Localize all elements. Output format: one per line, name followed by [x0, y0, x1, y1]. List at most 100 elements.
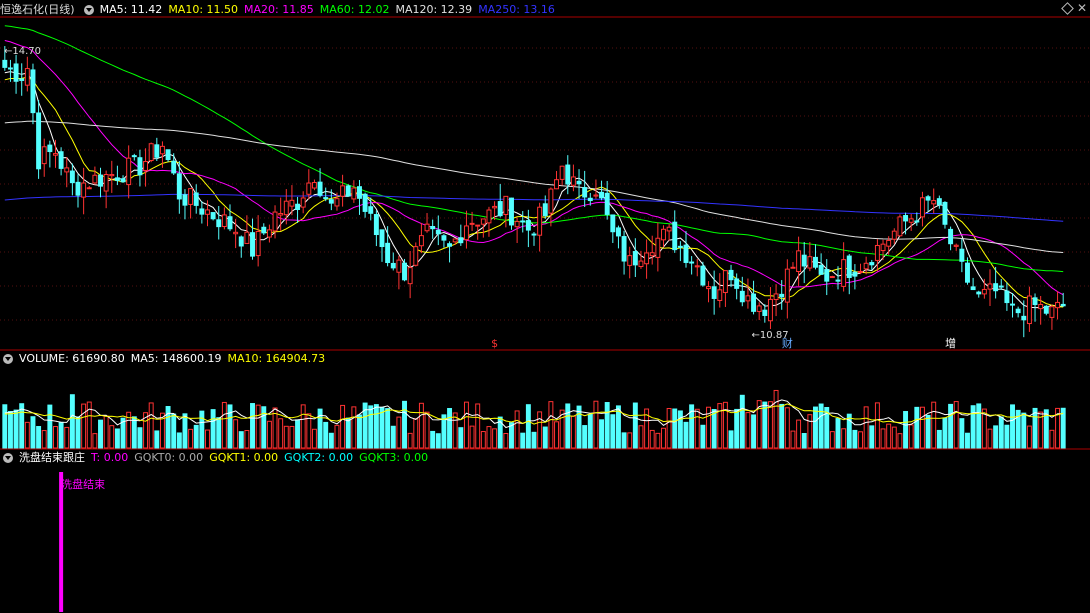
- volume-bar: [418, 402, 424, 449]
- volume-bar: [869, 425, 875, 449]
- volume-bar: [182, 413, 188, 449]
- candle-body: [981, 288, 987, 295]
- candle: [655, 222, 661, 272]
- candle-body: [891, 230, 897, 240]
- candle: [694, 258, 700, 277]
- candle: [745, 278, 751, 309]
- candle: [1049, 304, 1055, 330]
- candle-body: [165, 149, 171, 161]
- candle-body: [632, 251, 638, 266]
- candle: [199, 201, 205, 224]
- candle: [402, 258, 407, 282]
- candle: [311, 179, 317, 191]
- volume-bar: [542, 426, 548, 449]
- candle: [897, 214, 903, 237]
- candle: [396, 255, 402, 290]
- candle: [525, 209, 531, 248]
- candle-body: [959, 248, 965, 262]
- volume-bar: [188, 428, 194, 449]
- volume-bar: [328, 432, 334, 449]
- volume-bar: [351, 406, 357, 449]
- candle-body: [182, 194, 188, 206]
- candle-body: [1015, 308, 1021, 314]
- volume-bar: [480, 431, 486, 449]
- candle: [390, 252, 396, 271]
- candle: [64, 157, 70, 188]
- ma-line-20: [4, 40, 1064, 296]
- candle-body: [69, 170, 75, 184]
- candle-body: [1004, 290, 1010, 304]
- candle-body: [627, 255, 633, 266]
- volume-bar: [413, 418, 419, 449]
- candle: [936, 195, 942, 209]
- candle: [722, 270, 728, 307]
- candle: [407, 250, 413, 299]
- candle-body: [334, 198, 340, 207]
- volume-bar: [767, 401, 773, 449]
- candle: [131, 153, 137, 161]
- candle-body: [475, 224, 481, 227]
- volume-bar: [903, 411, 909, 449]
- candle-body: [1060, 303, 1066, 307]
- candle-body: [694, 265, 700, 268]
- candle: [486, 206, 492, 237]
- candle-body: [390, 262, 396, 269]
- candle-body: [582, 187, 588, 198]
- candle-body: [520, 220, 526, 223]
- volume-bar: [7, 410, 13, 449]
- candle-body: [880, 243, 886, 252]
- candle: [863, 256, 869, 275]
- candle: [86, 185, 92, 190]
- volume-bar: [323, 421, 329, 449]
- volume-bar: [238, 431, 244, 449]
- candle-body: [289, 199, 295, 207]
- candle-body: [886, 239, 892, 247]
- candle-body: [531, 233, 537, 236]
- candle-body: [925, 196, 931, 201]
- candle: [210, 212, 216, 221]
- volume-bar: [739, 394, 745, 449]
- volume-bar: [891, 426, 897, 449]
- volume-bar: [402, 400, 407, 449]
- volume-bar: [734, 408, 740, 449]
- chart-canvas[interactable]: ←14.70←10.87$ 财增洗盘结束: [0, 0, 1090, 613]
- candle: [677, 241, 683, 262]
- candle-body: [677, 245, 683, 248]
- candle-body: [205, 209, 210, 215]
- candle: [965, 257, 970, 285]
- candle-body: [903, 215, 909, 222]
- volume-bar: [24, 421, 30, 449]
- candle-body: [801, 254, 807, 267]
- candle: [790, 262, 796, 269]
- candle-body: [604, 192, 610, 215]
- candle: [953, 243, 959, 251]
- volume-bar: [103, 415, 109, 449]
- candle-body: [931, 200, 937, 205]
- candle: [255, 215, 261, 267]
- volume-bar: [266, 420, 272, 449]
- signal-label: 洗盘结束: [61, 477, 105, 491]
- candle-body: [796, 250, 802, 272]
- candle-body: [790, 266, 796, 269]
- volume-bar: [1021, 412, 1027, 449]
- stock-chart-window[interactable]: 恒逸石化(日线) MA5: 11.42 MA10: 11.50 MA20: 11.8…: [0, 0, 1090, 613]
- volume-bar: [373, 404, 379, 449]
- candle: [767, 287, 773, 329]
- event-marker-1: 财: [782, 336, 793, 350]
- volume-bar: [784, 407, 790, 449]
- volume-bar: [148, 402, 154, 449]
- candle: [829, 275, 835, 279]
- candle-body: [1043, 305, 1049, 314]
- volume-bar: [278, 418, 284, 449]
- candle-body: [261, 226, 267, 234]
- candle: [813, 244, 818, 270]
- volume-bar: [283, 425, 289, 449]
- candle-body: [655, 237, 661, 258]
- candle-body: [610, 214, 616, 233]
- candle: [649, 235, 655, 265]
- volume-bar: [244, 430, 250, 449]
- candle-body: [492, 205, 498, 209]
- candle: [644, 239, 650, 279]
- candle-body: [19, 78, 25, 81]
- candle-body: [447, 243, 453, 247]
